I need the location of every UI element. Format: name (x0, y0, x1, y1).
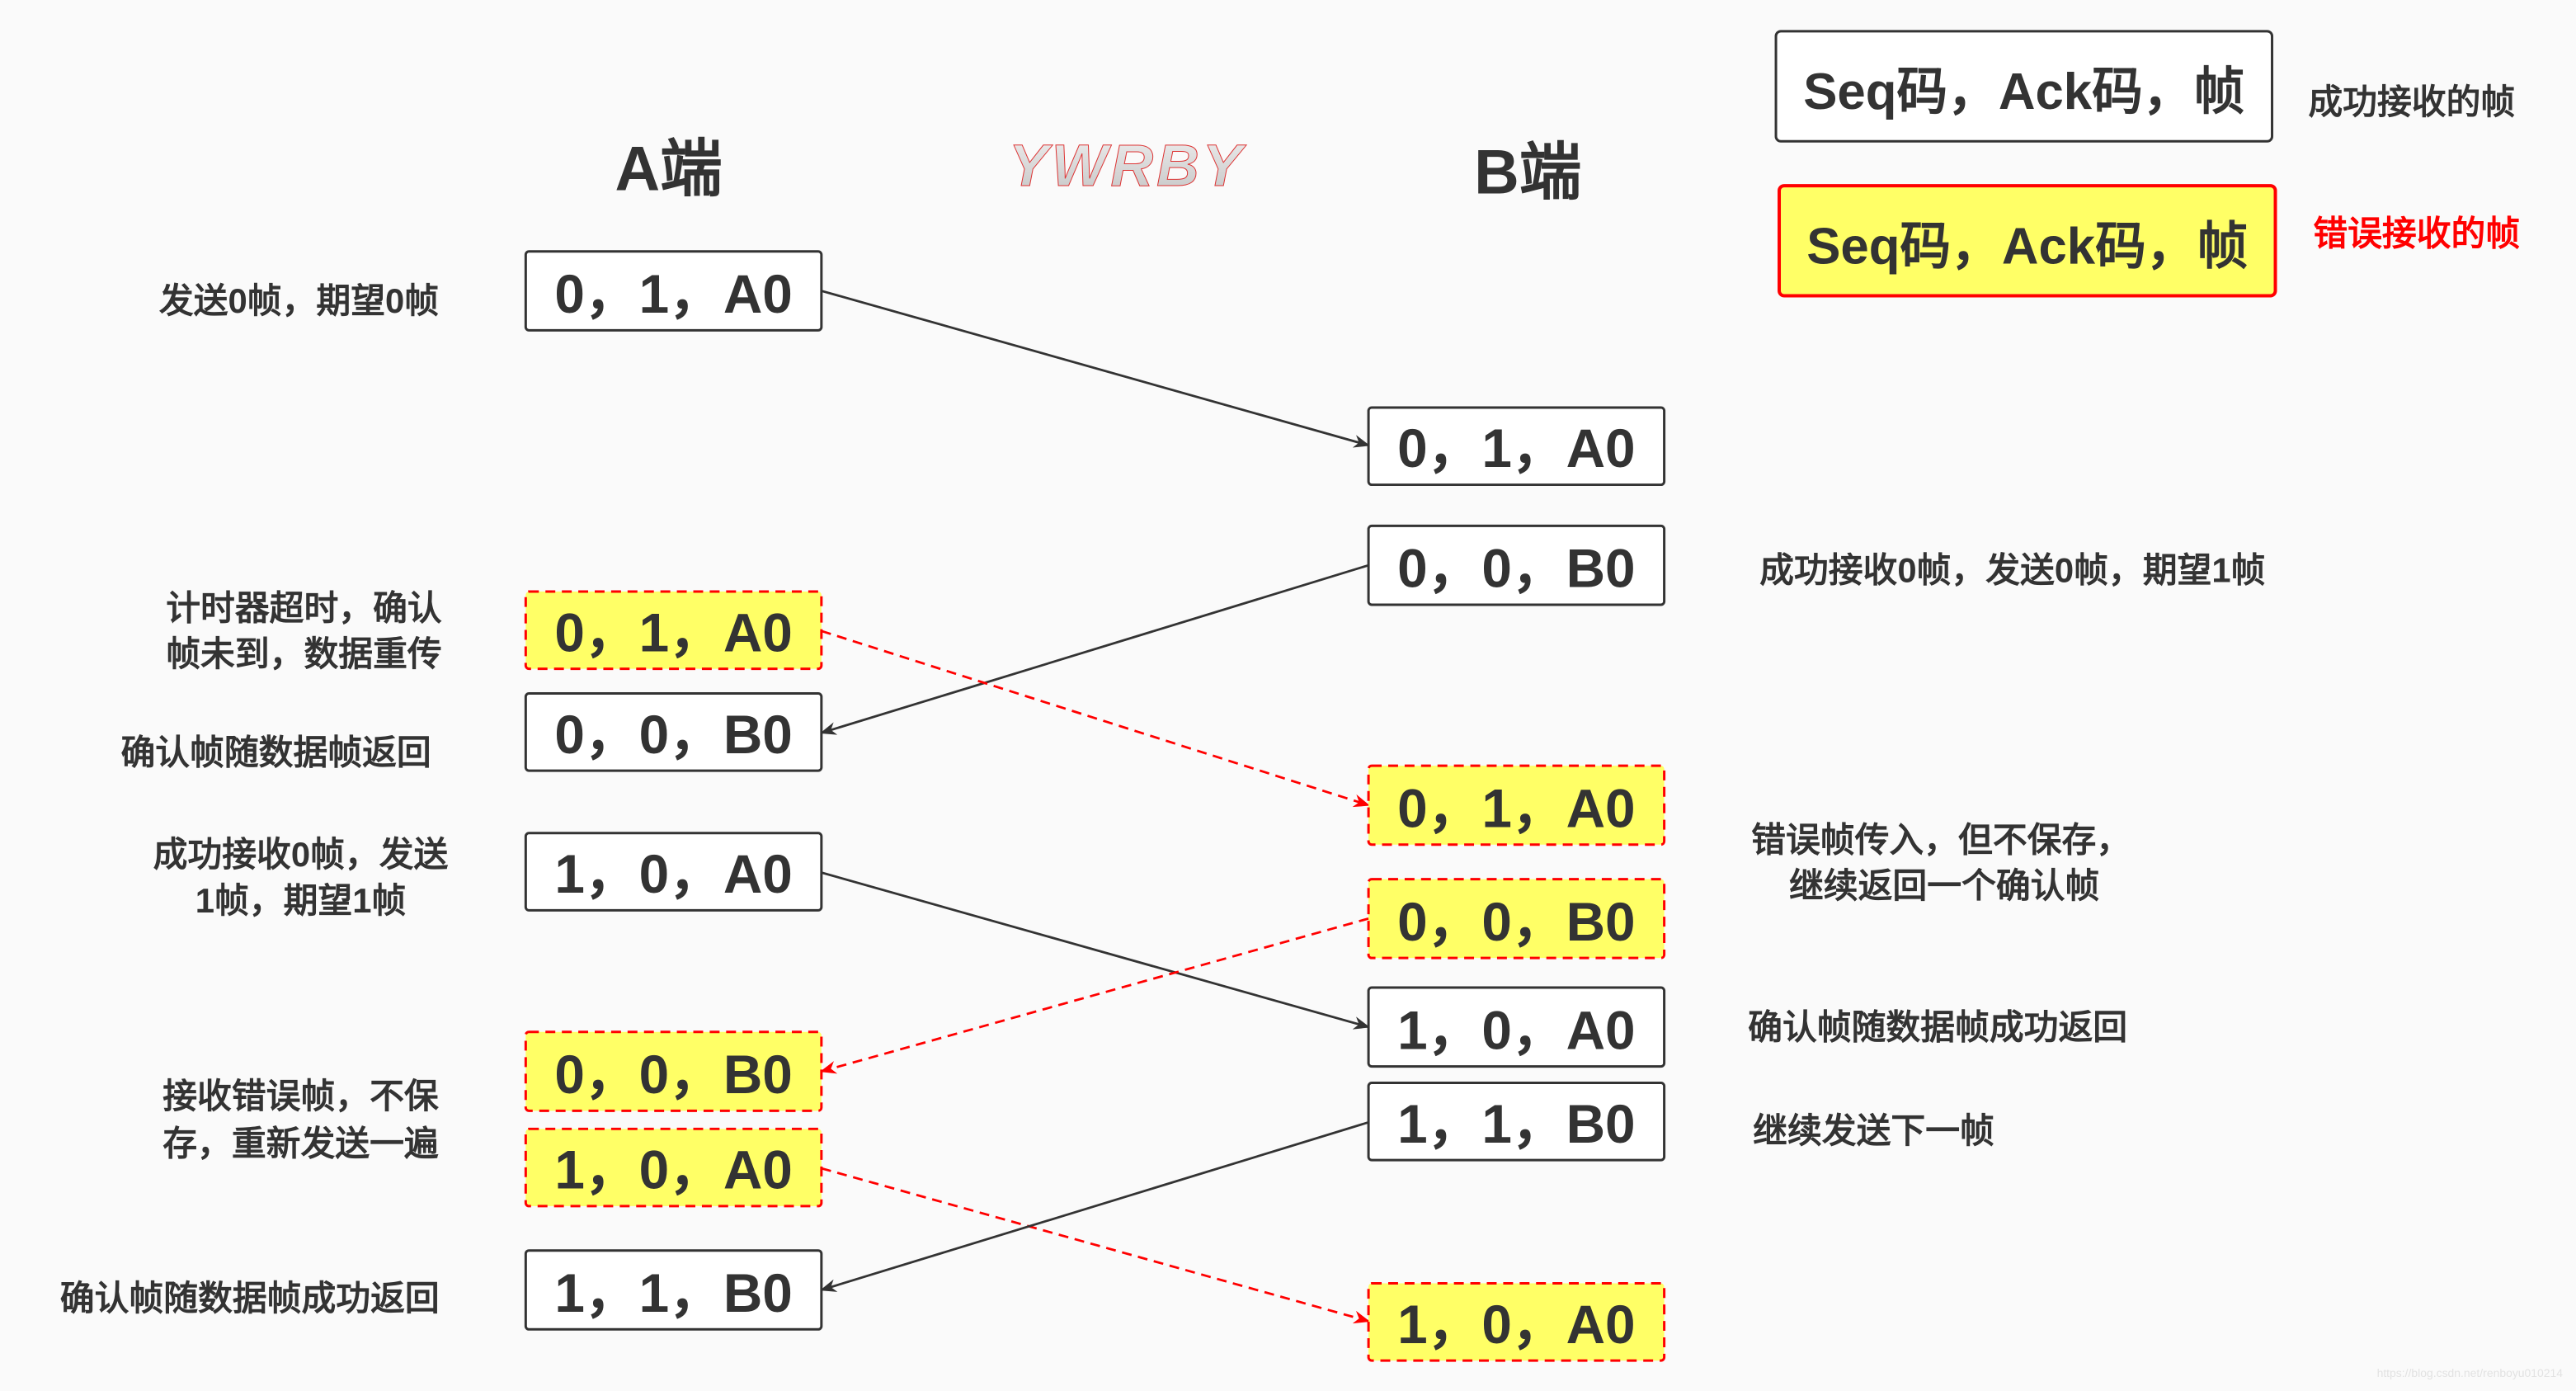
legend-error-box-text: Seq码，Ack码，帧 (1806, 218, 2248, 275)
a-frame-text: 1，1，B0 (554, 1263, 793, 1323)
sliding-window-diagram: A端 B端 YWRBY Seq码，Ack码，帧 成功接收的帧 Seq码，Ack码… (60, 30, 2564, 1379)
b-frame-text: 0，0，B0 (1397, 539, 1636, 599)
a-note: 确认帧随数据帧返回 (120, 733, 431, 772)
arrow-b6-to-a7 (819, 1121, 1369, 1292)
a-frame-box: 1，1，B0 (524, 1249, 823, 1331)
a-frame-text: 0，0，B0 (554, 1044, 793, 1105)
watermark: https://blog.csdn.net/renboyu010214 (2377, 1366, 2564, 1379)
a-frame-text: 0，1，A0 (554, 602, 793, 662)
a-frames: 0，1，A0 0，1，A0 0，0，B0 1，0，A0 0，0，B0 1，0，A… (524, 250, 823, 1331)
b-frame-box-error: 0，0，B0 (1367, 878, 1666, 960)
a-frame-text: 1，0，A0 (554, 1140, 793, 1200)
b-frame-text: 1，0，A0 (1397, 1294, 1636, 1355)
a-note: 存，重新发送一遍 (162, 1125, 439, 1163)
arrow-a2-to-b3-error (821, 629, 1370, 808)
arrow-a1-to-b1 (821, 290, 1371, 448)
b-frames: 0，1，A0 0，0，B0 0，1，A0 0，0，B0 1，0，A0 1，1，B… (1367, 406, 1666, 1362)
b-frame-box: 0，1，A0 (1367, 406, 1666, 487)
a-note: 计时器超时，确认 (166, 588, 442, 627)
b-frame-box-error: 0，1，A0 (1367, 764, 1666, 846)
a-note: 发送0帧，期望0帧 (159, 281, 439, 320)
b-notes: 成功接收0帧，发送0帧，期望1帧 错误帧传入，但不保存， 继续返回一个确认帧 确… (1748, 551, 2265, 1150)
a-frame-box: 0，1，A0 (524, 250, 823, 332)
b-frame-box: 1，1，B0 (1367, 1082, 1666, 1162)
a-frame-box-error: 0，0，B0 (524, 1030, 823, 1112)
legend-error-label: 错误接收的帧 (2313, 214, 2520, 252)
a-note: 成功接收0帧，发送 (153, 835, 449, 874)
b-note: 成功接收0帧，发送0帧，期望1帧 (1759, 551, 2265, 590)
arrow-b4-to-a5-error (819, 917, 1369, 1074)
legend: Seq码，Ack码，帧 成功接收的帧 Seq码，Ack码，帧 错误接收的帧 (1774, 30, 2520, 298)
b-frame-text: 1，0，A0 (1397, 1000, 1636, 1060)
arrow-b2-to-a3 (819, 563, 1369, 735)
a-side-header: A端 (615, 134, 722, 205)
ywrby-logo: YWRBY (1009, 133, 1247, 199)
b-side-header: B端 (1474, 138, 1581, 208)
b-frame-text: 0，1，A0 (1397, 418, 1636, 479)
b-frame-box: 1，0，A0 (1367, 986, 1666, 1068)
arrow-a4-to-b5 (821, 871, 1371, 1030)
b-frame-text: 0，0，B0 (1397, 892, 1636, 952)
a-note: 帧未到，数据重传 (166, 634, 442, 673)
a-note: 1帧，期望1帧 (195, 881, 407, 920)
a-frame-text: 0，0，B0 (554, 705, 793, 765)
b-frame-box: 0，0，B0 (1367, 524, 1666, 606)
b-note: 继续发送下一帧 (1753, 1111, 1994, 1150)
a-frame-box-error: 0，1，A0 (524, 590, 823, 671)
legend-success-box-text: Seq码，Ack码，帧 (1803, 64, 2244, 120)
b-note: 继续返回一个确认帧 (1789, 866, 2099, 905)
a-notes: 发送0帧，期望0帧 计时器超时，确认 帧未到，数据重传 确认帧随数据帧返回 成功… (60, 281, 449, 1318)
a-frame-box-error: 1，0，A0 (524, 1127, 823, 1208)
a-frame-text: 1，0，A0 (554, 844, 793, 904)
b-frame-text: 0，1，A0 (1397, 778, 1636, 838)
a-frame-box: 1，0，A0 (524, 832, 823, 912)
b-frame-text: 1，1，B0 (1397, 1094, 1636, 1154)
arrow-a6-to-b7-error (821, 1167, 1371, 1324)
b-note: 错误帧传入，但不保存， (1751, 820, 2131, 859)
a-frame-text: 0，1，A0 (554, 264, 793, 324)
a-note: 接收错误帧，不保 (162, 1077, 440, 1115)
a-note: 确认帧随数据帧成功返回 (60, 1279, 440, 1318)
a-frame-box: 0，0，B0 (524, 692, 823, 772)
b-note: 确认帧随数据帧成功返回 (1748, 1007, 2127, 1046)
legend-success-label: 成功接收的帧 (2308, 83, 2515, 121)
b-frame-box-error: 1，0，A0 (1367, 1282, 1666, 1362)
